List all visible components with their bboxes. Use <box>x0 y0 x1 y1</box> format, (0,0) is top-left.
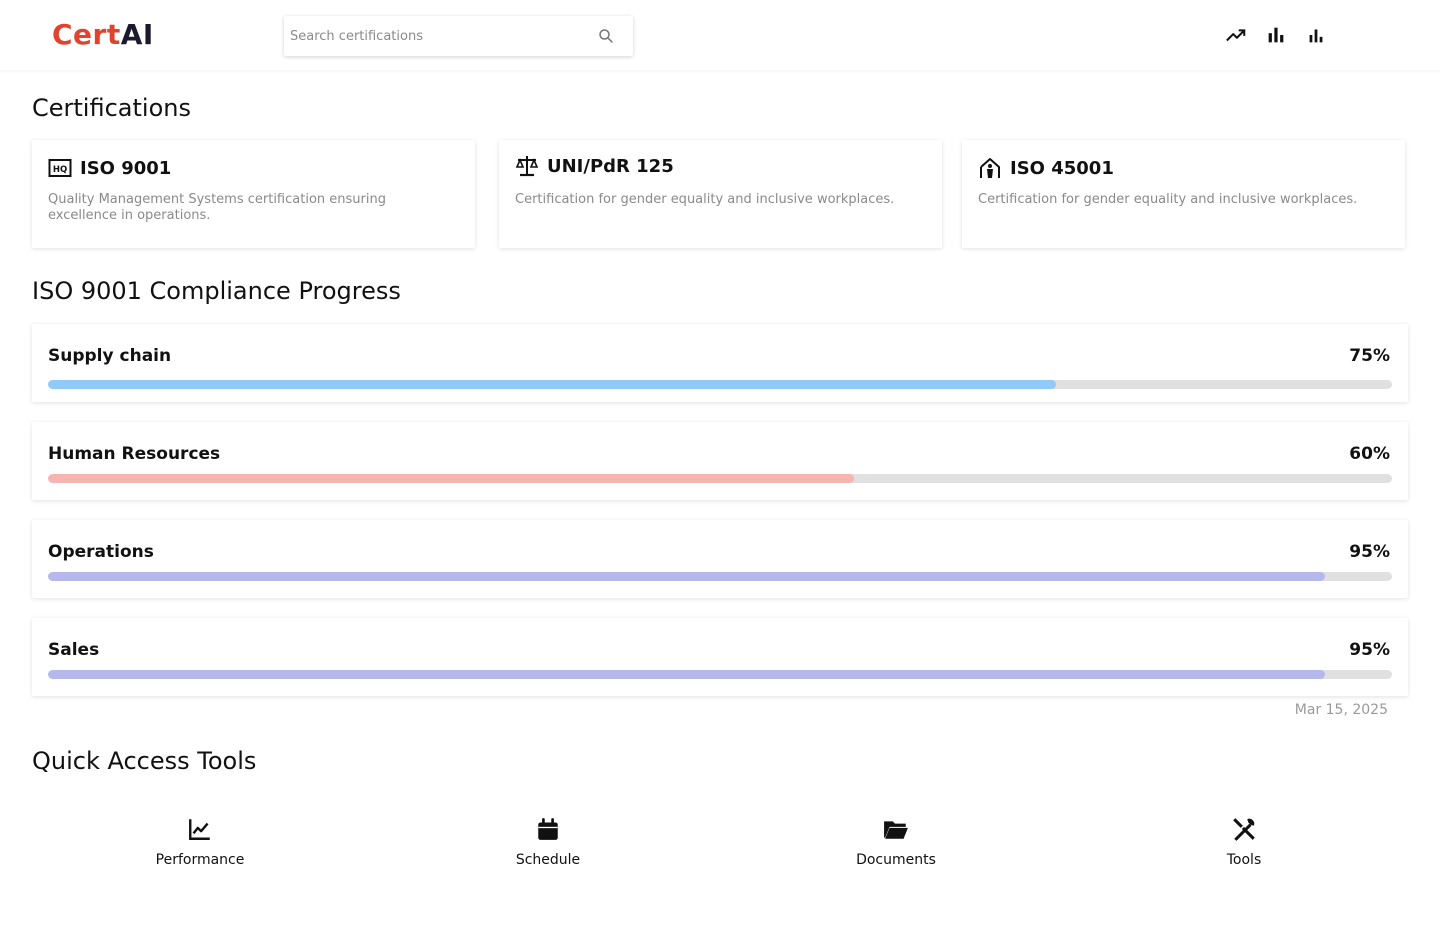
progress-title: ISO 9001 Compliance Progress <box>32 277 401 305</box>
search-input[interactable] <box>290 24 590 48</box>
tool-documents[interactable]: Documents <box>796 816 996 868</box>
search-box <box>284 16 633 56</box>
bar-chart-small-icon[interactable] <box>1305 24 1327 46</box>
progress-track <box>48 474 1392 483</box>
last-updated-date: Mar 15, 2025 <box>1294 702 1388 718</box>
progress-fill <box>48 572 1325 581</box>
cert-name: ISO 45001 <box>1010 157 1114 179</box>
cert-card-header: ISO 45001 <box>978 156 1114 180</box>
top-bar: CertAI <box>0 0 1440 70</box>
tool-label: Documents <box>856 852 936 868</box>
progress-label: Sales <box>48 640 100 660</box>
calendar-icon <box>538 818 558 840</box>
cert-description: Quality Management Systems certification… <box>48 192 386 223</box>
tool-label: Performance <box>155 852 245 868</box>
logo[interactable]: CertAI <box>52 17 154 53</box>
cert-description: Certification for gender equality and in… <box>515 192 895 207</box>
cert-name: UNI/PdR 125 <box>547 155 674 177</box>
progress-label: Human Resources <box>48 444 221 464</box>
progress-card-human-resources: Human Resources 60% <box>32 422 1408 500</box>
bar-chart-icon[interactable] <box>1265 24 1287 46</box>
progress-track <box>48 670 1392 679</box>
cert-card-iso-45001[interactable]: ISO 45001 Certification for gender equal… <box>962 140 1405 248</box>
tool-tools[interactable]: Tools <box>1144 816 1344 868</box>
house-person-icon <box>980 158 1000 178</box>
trending-up-icon[interactable] <box>1225 24 1247 46</box>
progress-card-operations: Operations 95% <box>32 520 1408 598</box>
svg-text:HQ: HQ <box>53 165 67 175</box>
progress-value: 75% <box>1349 346 1390 366</box>
search-icon[interactable] <box>597 27 615 45</box>
progress-fill <box>48 380 1056 389</box>
tool-label: Schedule <box>515 852 581 868</box>
progress-card-supply-chain: Supply chain 75% <box>32 324 1408 402</box>
progress-track <box>48 380 1392 389</box>
cert-card-uni-pdr-125[interactable]: UNI/PdR 125 Certification for gender equ… <box>499 140 942 248</box>
progress-value: 95% <box>1349 640 1390 660</box>
folder-open-icon <box>884 821 908 839</box>
cert-card-iso-9001[interactable]: HQ ISO 9001 Quality Management Systems c… <box>32 140 475 248</box>
line-chart-icon <box>189 819 210 840</box>
quick-access-title: Quick Access Tools <box>32 747 257 775</box>
progress-label: Operations <box>48 542 154 562</box>
progress-value: 60% <box>1349 444 1390 464</box>
progress-label: Supply chain <box>48 346 172 366</box>
progress-value: 95% <box>1349 542 1390 562</box>
progress-track <box>48 572 1392 581</box>
tool-label: Tools <box>1226 852 1262 868</box>
tool-performance[interactable]: Performance <box>100 816 300 868</box>
balance-scale-icon <box>515 156 539 177</box>
tool-schedule[interactable]: Schedule <box>448 816 648 868</box>
logo-text-cert: Cert <box>52 18 121 51</box>
cert-card-header: UNI/PdR 125 <box>515 154 674 178</box>
tools-icon <box>1233 818 1255 841</box>
progress-fill <box>48 670 1325 679</box>
cert-name: ISO 9001 <box>80 157 172 179</box>
progress-fill <box>48 474 855 483</box>
cert-description: Certification for gender equality and in… <box>978 192 1358 207</box>
hq-icon: HQ <box>48 159 72 177</box>
certifications-title: Certifications <box>32 94 191 122</box>
progress-card-sales: Sales 95% <box>32 618 1408 696</box>
cert-card-header: HQ ISO 9001 <box>48 156 171 180</box>
logo-text-ai: AI <box>120 18 154 51</box>
